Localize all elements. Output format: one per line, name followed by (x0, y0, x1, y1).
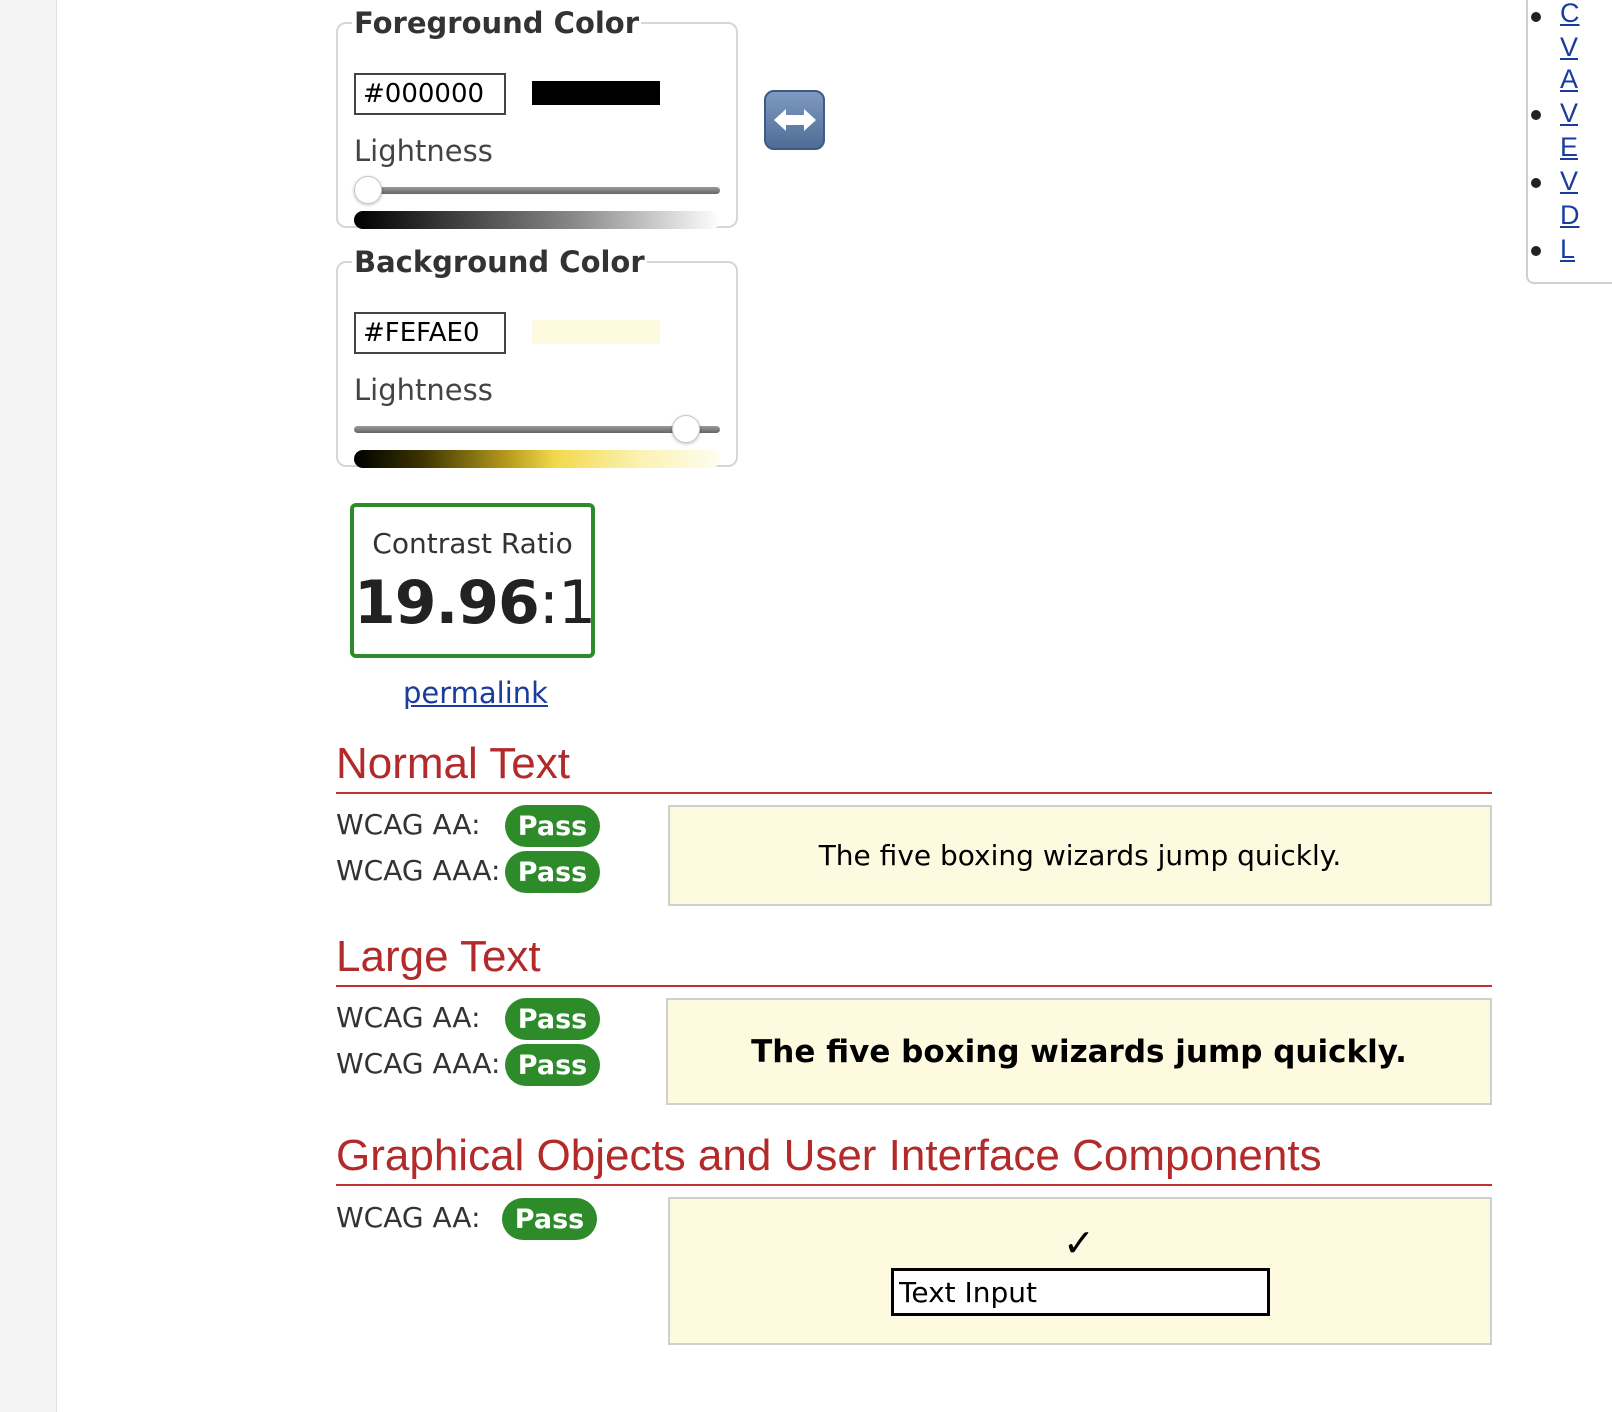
left-right-arrow-icon (773, 109, 816, 131)
background-color-panel: Background Color Lightness (336, 245, 738, 468)
background-hex-input[interactable] (354, 312, 506, 354)
graphical-objects-heading: Graphical Objects and User Interface Com… (336, 1130, 1492, 1186)
normal-text-heading: Normal Text (336, 738, 1492, 794)
large-text-aa-badge: Pass (505, 998, 600, 1040)
large-text-aa-label: WCAG AA: (336, 1001, 481, 1034)
sidebar-link-4[interactable]: L (1560, 232, 1575, 266)
sidebar-bullet (1531, 178, 1541, 188)
foreground-hex-input[interactable] (354, 73, 506, 115)
foreground-color-panel: Foreground Color Lightness (336, 6, 738, 229)
sidebar-bullet (1531, 246, 1541, 256)
foreground-lightness-slider[interactable] (354, 176, 720, 204)
normal-text-aaa-label: WCAG AAA: (336, 854, 501, 887)
permalink-link[interactable]: permalink (403, 676, 548, 710)
sidebar-link-3-line-1[interactable]: V (1560, 164, 1578, 198)
contrast-ratio-box: Contrast Ratio 19.96:1 (350, 503, 596, 658)
checkmark-icon: ✓ (1063, 1221, 1095, 1265)
graphical-aa-label: WCAG AA: (336, 1201, 481, 1234)
background-lightness-label: Lightness (354, 373, 493, 407)
sidebar-link-1-line-3[interactable]: A (1560, 62, 1578, 96)
sidebar-link-2-line-1[interactable]: V (1560, 96, 1578, 130)
sidebar-link-1-line-2[interactable]: V (1560, 30, 1578, 64)
large-text-sample: The five boxing wizards jump quickly. (666, 998, 1492, 1105)
contrast-ratio-label: Contrast Ratio (372, 527, 573, 560)
contrast-ratio-suffix: :1 (538, 568, 596, 638)
background-lightness-gradient (354, 450, 720, 468)
background-lightness-thumb[interactable] (671, 415, 700, 443)
large-text-aaa-badge: Pass (505, 1044, 600, 1086)
large-text-sample-text: The five boxing wizards jump quickly. (751, 1033, 1407, 1070)
normal-text-aa-badge: Pass (505, 805, 600, 847)
contrast-ratio-value: 19.96:1 (354, 568, 596, 638)
background-lightness-slider[interactable] (354, 415, 720, 443)
sidebar-bullet (1531, 110, 1541, 120)
large-text-aaa-label: WCAG AAA: (336, 1047, 501, 1080)
background-color-legend: Background Color (354, 245, 645, 279)
normal-text-aaa-badge: Pass (505, 851, 600, 893)
graphical-sample: ✓ (668, 1197, 1492, 1345)
foreground-lightness-gradient (354, 211, 720, 229)
sidebar-bullet (1531, 12, 1541, 22)
sidebar-link-list: C V A V E V D L (1526, 0, 1612, 284)
foreground-lightness-label: Lightness (354, 134, 493, 168)
sample-text-input[interactable] (891, 1268, 1270, 1316)
normal-text-sample: The five boxing wizards jump quickly. (668, 805, 1492, 906)
background-color-swatch (532, 320, 660, 344)
sidebar-link-2-line-2[interactable]: E (1560, 130, 1578, 164)
foreground-color-legend: Foreground Color (354, 6, 640, 40)
normal-text-aa-label: WCAG AA: (336, 808, 481, 841)
foreground-lightness-thumb[interactable] (354, 176, 382, 204)
normal-text-sample-text: The five boxing wizards jump quickly. (818, 839, 1342, 872)
foreground-color-swatch (532, 81, 660, 105)
sidebar-link-1-line-1[interactable]: C (1560, 0, 1580, 30)
contrast-ratio-number: 19.96 (354, 568, 540, 638)
swap-colors-button[interactable] (764, 90, 825, 150)
graphical-aa-badge: Pass (502, 1198, 597, 1240)
large-text-heading: Large Text (336, 931, 1492, 987)
sidebar-link-3-line-2[interactable]: D (1560, 198, 1580, 232)
